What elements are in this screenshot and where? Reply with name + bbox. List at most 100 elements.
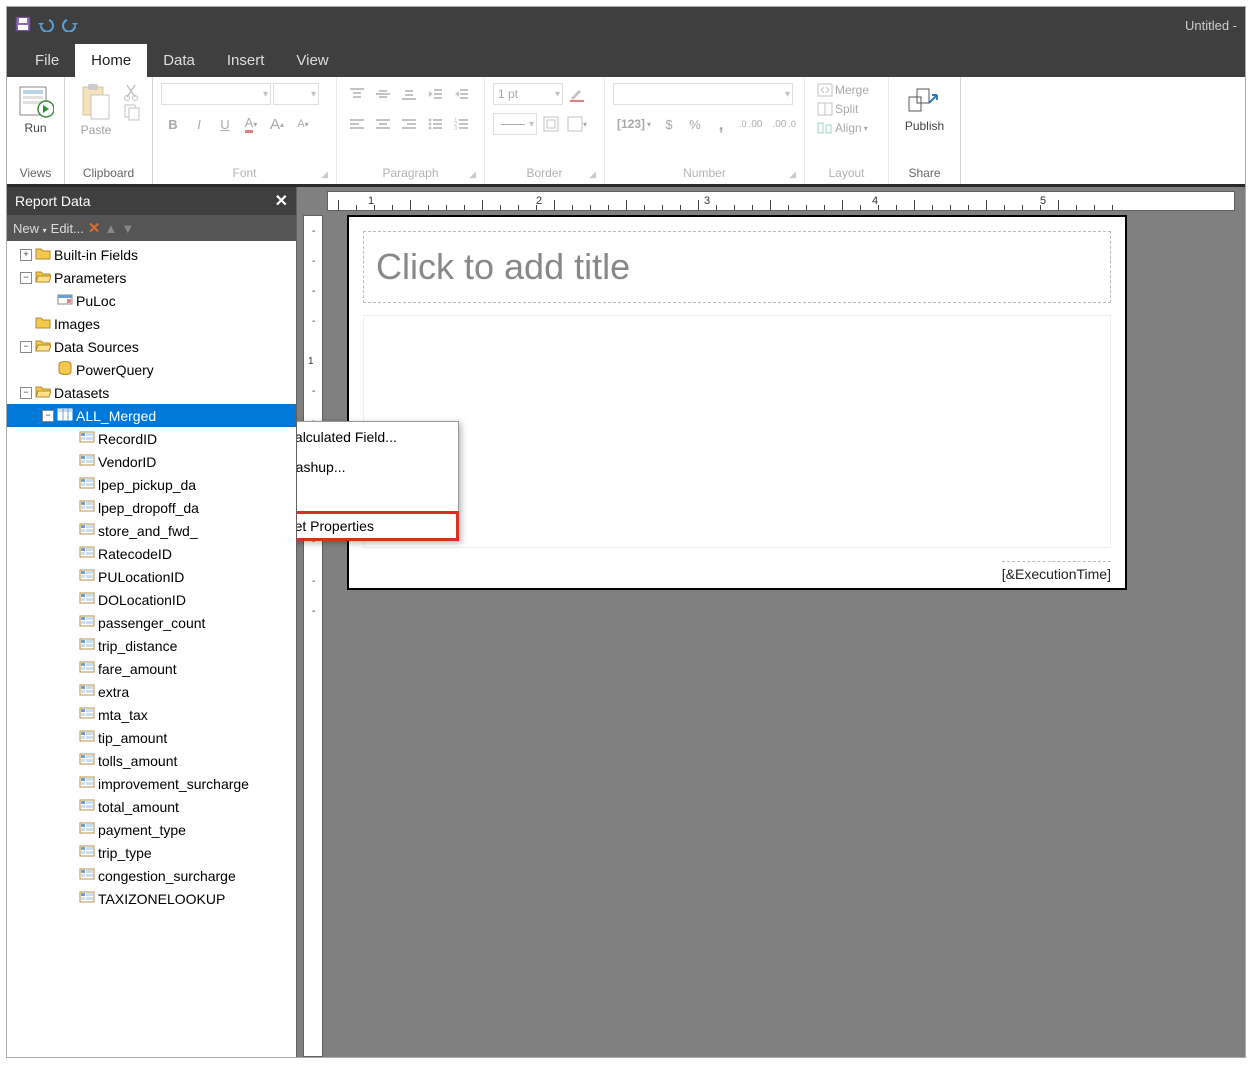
context-menu-delete[interactable]: ✕Delete	[297, 482, 458, 512]
align-button[interactable]: Align ▾	[813, 119, 872, 137]
expander-icon[interactable]: −	[20, 387, 32, 399]
grow-font-button[interactable]: A▴	[265, 113, 289, 135]
tree-item-ratecodeid[interactable]: RatecodeID	[7, 542, 296, 565]
tree-item-payment-type[interactable]: payment_type	[7, 818, 296, 841]
tree-item-passenger-count[interactable]: passenger_count	[7, 611, 296, 634]
tree-item-parameters[interactable]: −Parameters	[7, 266, 296, 289]
tree-item-fare-amount[interactable]: fare_amount	[7, 657, 296, 680]
tab-home[interactable]: Home	[75, 44, 147, 77]
report-data-tree[interactable]: +Built-in Fields−ParametersPuLocImages−D…	[7, 241, 296, 1057]
placeholder-button[interactable]: [123]▾	[613, 113, 655, 135]
font-family-combo[interactable]: ▾	[161, 83, 271, 105]
tab-view[interactable]: View	[280, 44, 344, 77]
tree-item-pulocationid[interactable]: PULocationID	[7, 565, 296, 588]
border-color-button[interactable]	[565, 83, 589, 105]
context-menu-dataset-properties[interactable]: Dataset Properties	[297, 511, 459, 541]
tree-item-lpep-pickup-da[interactable]: lpep_pickup_da	[7, 473, 296, 496]
italic-button[interactable]: I	[187, 113, 211, 135]
tree-item-congestion-surcharge[interactable]: congestion_surcharge	[7, 864, 296, 887]
bold-button[interactable]: B	[161, 113, 185, 135]
increase-indent-button[interactable]	[449, 83, 473, 105]
font-dialog-launcher-icon[interactable]: ◢	[321, 169, 328, 180]
expander-icon[interactable]: −	[20, 341, 32, 353]
split-button[interactable]: Split	[813, 100, 862, 118]
border-preset-button[interactable]: ▾	[565, 113, 589, 135]
tree-item-images[interactable]: Images	[7, 312, 296, 335]
align-right-button[interactable]	[397, 113, 421, 135]
tab-data[interactable]: Data	[147, 44, 211, 77]
copy-icon[interactable]	[123, 103, 141, 121]
thousands-button[interactable]: ,	[709, 113, 733, 135]
undo-icon[interactable]	[37, 16, 55, 35]
tree-item-extra[interactable]: extra	[7, 680, 296, 703]
tree-item-dolocationid[interactable]: DOLocationID	[7, 588, 296, 611]
align-top-button[interactable]	[345, 83, 369, 105]
edit-button[interactable]: Edit...	[51, 221, 84, 236]
border-style-combo[interactable]: ▾	[493, 113, 537, 135]
tree-item-data-sources[interactable]: −Data Sources	[7, 335, 296, 358]
tab-insert[interactable]: Insert	[211, 44, 281, 77]
numbering-button[interactable]: 123	[449, 113, 473, 135]
move-down-icon[interactable]: ▼	[121, 221, 134, 236]
bullets-button[interactable]	[423, 113, 447, 135]
delete-icon[interactable]: ✕	[88, 219, 101, 237]
increase-decimal-button[interactable]: .0.00	[735, 113, 766, 135]
title-placeholder[interactable]: Click to add title	[363, 231, 1111, 303]
close-icon[interactable]: ✕	[275, 191, 288, 211]
footer-execution-time[interactable]: [&ExecutionTime]	[1002, 561, 1111, 582]
tree-item-trip-distance[interactable]: trip_distance	[7, 634, 296, 657]
expander-icon[interactable]: −	[42, 410, 54, 422]
run-button[interactable]: Run	[12, 81, 60, 137]
tree-item-total-amount[interactable]: total_amount	[7, 795, 296, 818]
currency-button[interactable]: $	[657, 113, 681, 135]
tree-item-trip-type[interactable]: trip_type	[7, 841, 296, 864]
paragraph-dialog-launcher-icon[interactable]: ◢	[469, 169, 476, 180]
tree-item-tolls-amount[interactable]: tolls_amount	[7, 749, 296, 772]
context-menu-edit-mashup-[interactable]: Edit mashup...	[297, 452, 458, 482]
tree-item-all-merged[interactable]: −ALL_Merged	[7, 404, 296, 427]
design-canvas[interactable]: 12345 - - - - 1 - - - - - Click to add t…	[297, 187, 1245, 1057]
tree-item-tip-amount[interactable]: tip_amount	[7, 726, 296, 749]
tab-file[interactable]: File	[19, 44, 75, 77]
report-page[interactable]: Click to add title [&ExecutionTime]	[347, 215, 1127, 590]
publish-button[interactable]: Publish	[899, 81, 950, 135]
paste-button[interactable]: Paste	[73, 81, 119, 139]
number-dialog-launcher-icon[interactable]: ◢	[789, 169, 796, 180]
decrease-indent-button[interactable]	[423, 83, 447, 105]
border-picker-button[interactable]	[539, 113, 563, 135]
border-dialog-launcher-icon[interactable]: ◢	[589, 169, 596, 180]
tree-item-datasets[interactable]: −Datasets	[7, 381, 296, 404]
font-size-combo[interactable]: ▾	[273, 83, 319, 105]
report-body[interactable]	[363, 315, 1111, 548]
align-center-button[interactable]	[371, 113, 395, 135]
expander-icon[interactable]: +	[20, 249, 32, 261]
tree-item-improvement-surcharge[interactable]: improvement_surcharge	[7, 772, 296, 795]
align-left-button[interactable]	[345, 113, 369, 135]
new-button[interactable]: New ▾	[13, 221, 47, 236]
save-icon[interactable]	[15, 16, 31, 35]
tree-item-mta-tax[interactable]: mta_tax	[7, 703, 296, 726]
tree-item-puloc[interactable]: PuLoc	[7, 289, 296, 312]
context-menu-add-calculated-field-[interactable]: Add Calculated Field...	[297, 422, 458, 452]
tree-item-store-and-fwd-[interactable]: store_and_fwd_	[7, 519, 296, 542]
decrease-decimal-button[interactable]: .00.0	[768, 113, 799, 135]
merge-button[interactable]: Merge	[813, 81, 873, 99]
tree-item-powerquery[interactable]: PowerQuery	[7, 358, 296, 381]
tree-item-lpep-dropoff-da[interactable]: lpep_dropoff_da	[7, 496, 296, 519]
tree-item-built-in-fields[interactable]: +Built-in Fields	[7, 243, 296, 266]
tree-item-taxizonelookup[interactable]: TAXIZONELOOKUP	[7, 887, 296, 910]
expander-icon[interactable]: −	[20, 272, 32, 284]
redo-icon[interactable]	[61, 16, 79, 35]
cut-icon[interactable]	[123, 83, 141, 101]
tree-item-recordid[interactable]: RecordID	[7, 427, 296, 450]
underline-button[interactable]: U	[213, 113, 237, 135]
align-bottom-button[interactable]	[397, 83, 421, 105]
move-up-icon[interactable]: ▲	[104, 221, 117, 236]
tree-item-vendorid[interactable]: VendorID	[7, 450, 296, 473]
border-weight-combo[interactable]: 1 pt▾	[493, 83, 563, 105]
percent-button[interactable]: %	[683, 113, 707, 135]
font-color-button[interactable]: A▾	[239, 113, 263, 135]
shrink-font-button[interactable]: A▾	[291, 113, 315, 135]
align-middle-button[interactable]	[371, 83, 395, 105]
number-format-combo[interactable]: ▾	[613, 83, 793, 105]
